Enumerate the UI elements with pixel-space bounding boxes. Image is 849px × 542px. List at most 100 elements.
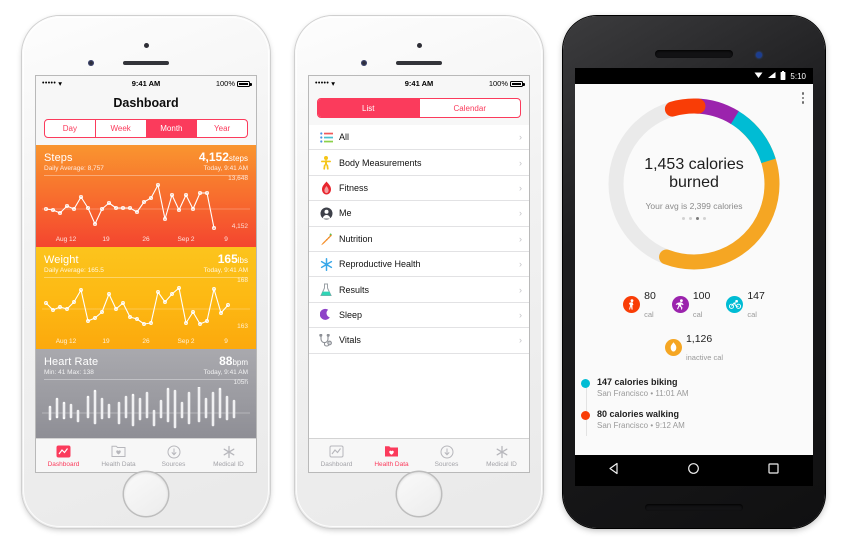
activity-meta: San Francisco • 9:12 AM [597,421,685,430]
battery-icon [237,80,252,87]
ios-status-bar: ••••• ▾ 9:41 AM 100% [309,76,529,91]
list-item[interactable]: Results › [309,277,529,303]
segment-year[interactable]: Year [197,120,247,137]
tab-medical-id-label: Medical ID [486,461,517,468]
stat-biking[interactable]: 147 cal [726,286,765,322]
list-item-label: Vitals [339,335,361,346]
person-head-icon [316,207,336,220]
medical-id-asterisk-icon [201,443,256,460]
phone2-screen: ••••• ▾ 9:41 AM 100% List Calendar All ›… [309,76,529,472]
battery-icon [510,80,525,87]
card-heart-value: 88bpm [219,354,248,368]
chevron-right-icon: › [519,309,522,320]
proximity-sensor-icon [144,43,149,48]
card-heart-subtitle: Min: 41 Max: 138 [44,369,94,376]
stethoscope-icon [316,333,336,347]
axis-tick: 9 [224,236,228,243]
list-item[interactable]: Reproductive Health › [309,252,529,278]
card-heart-header: Heart Rate 88bpm Min: 41 Max: 138 Today,… [36,349,256,380]
stat-inactive-text: 1,126 inactive cal [686,329,723,365]
card-steps-header: Steps 4,152steps Daily Average: 8,757 To… [36,145,256,176]
stat-inactive[interactable]: 1,126 inactive cal [664,329,723,365]
earpiece-speaker [655,50,733,58]
list-item[interactable]: All › [309,125,529,151]
list-item-label: Sleep [339,309,363,320]
dashboard-cards: Steps 4,152steps Daily Average: 8,757 To… [36,145,256,439]
list-item-label: Fitness [339,182,369,193]
range-segmented-control[interactable]: Day Week Month Year [44,119,248,138]
tab-dashboard[interactable]: Dashboard [36,443,91,468]
activity-item[interactable]: 80 calories walking San Francisco • 9:12… [581,409,813,430]
tab-medical-id[interactable]: Medical ID [201,443,256,468]
list-item[interactable]: Vitals › [309,328,529,354]
stat-walking[interactable]: 80 cal [623,286,656,322]
activity-stats-row: 80 cal 100 cal 147 cal [575,286,813,322]
page-dot[interactable] [703,216,706,220]
phone3-screen: 5:10 1,453 calories burned Your avg is 2… [575,68,813,486]
calories-headline: 1,453 calories [644,156,744,173]
tab-health-data[interactable]: Health Data [91,443,146,468]
stat-running[interactable]: 100 cal [671,286,710,322]
page-dot[interactable] [689,216,692,220]
list-item[interactable]: Me › [309,201,529,227]
axis-tick: 19 [102,236,110,243]
stat-biking-value: 147 [747,290,765,302]
fit-summary-body: 1,453 calories burned Your avg is 2,399 … [575,84,813,455]
tab-health-data[interactable]: Health Data [364,443,419,468]
home-button[interactable] [397,472,441,516]
screenshot-stage: ••••• ▾ 9:41 AM 100% Dashboard Day Week … [0,0,849,542]
tab-medical-id[interactable]: Medical ID [474,443,529,468]
page-dot[interactable] [682,216,685,220]
axis-tick: Aug 12 [55,236,77,243]
battery-icon [780,70,786,82]
card-steps-axis: Aug 12 19 26 Sep 2 9 [36,236,256,243]
list-item[interactable]: Fitness › [309,176,529,202]
tab-sources[interactable]: Sources [419,443,474,468]
card-steps[interactable]: Steps 4,152steps Daily Average: 8,757 To… [36,145,256,247]
dashboard-chart-icon [309,443,364,460]
stat-biking-unit: cal [747,310,757,319]
chevron-right-icon: › [519,259,522,270]
activity-item[interactable]: 147 calories biking San Francisco • 11:0… [581,377,813,398]
home-button[interactable] [124,472,168,516]
list-item-label: Reproductive Health [339,259,421,270]
segment-calendar[interactable]: Calendar [420,99,521,117]
tab-sources-label: Sources [161,461,186,468]
home-circle-icon[interactable] [687,462,700,480]
front-camera-icon [361,60,367,66]
segment-day[interactable]: Day [45,120,96,137]
card-heart-rule [44,379,248,380]
front-camera-icon [88,60,94,66]
page-dot-active[interactable] [696,216,699,220]
tab-dashboard[interactable]: Dashboard [309,443,364,468]
recents-square-icon[interactable] [767,462,780,480]
card-heart-rate[interactable]: Heart Rate 88bpm Min: 41 Max: 138 Today,… [36,349,256,439]
list-item[interactable]: Sleep › [309,303,529,329]
card-weight[interactable]: Weight 165lbs Daily Average: 165.5 Today… [36,247,256,349]
page-indicator-dots[interactable] [575,216,813,220]
front-camera-icon [756,52,762,58]
card-steps-number: 4,152 [198,150,229,164]
list-item[interactable]: Nutrition › [309,227,529,252]
view-segmented-control[interactable]: List Calendar [317,98,521,118]
stat-walking-text: 80 cal [644,286,656,322]
back-triangle-icon[interactable] [608,462,621,480]
tab-sources[interactable]: Sources [146,443,201,468]
list-item[interactable]: Body Measurements › [309,150,529,176]
android-device: 5:10 1,453 calories burned Your avg is 2… [563,16,825,528]
list-item-label: Me [339,208,352,219]
biking-icon [726,295,744,313]
card-steps-value: 4,152steps [199,150,248,164]
stat-walking-value: 80 [644,290,656,302]
card-weight-title: Weight [44,254,79,266]
stat-running-unit: cal [692,310,703,319]
phone1-screen: ••••• ▾ 9:41 AM 100% Dashboard Day Week … [36,76,256,472]
axis-tick: 9 [224,338,228,345]
segment-week[interactable]: Week [96,120,147,137]
segment-month[interactable]: Month [146,120,198,137]
list-item-label: All [339,132,350,143]
axis-tick: 26 [142,236,150,243]
earpiece-speaker [396,61,442,65]
segment-list[interactable]: List [318,99,420,117]
card-weight-value: 165lbs [218,252,248,266]
